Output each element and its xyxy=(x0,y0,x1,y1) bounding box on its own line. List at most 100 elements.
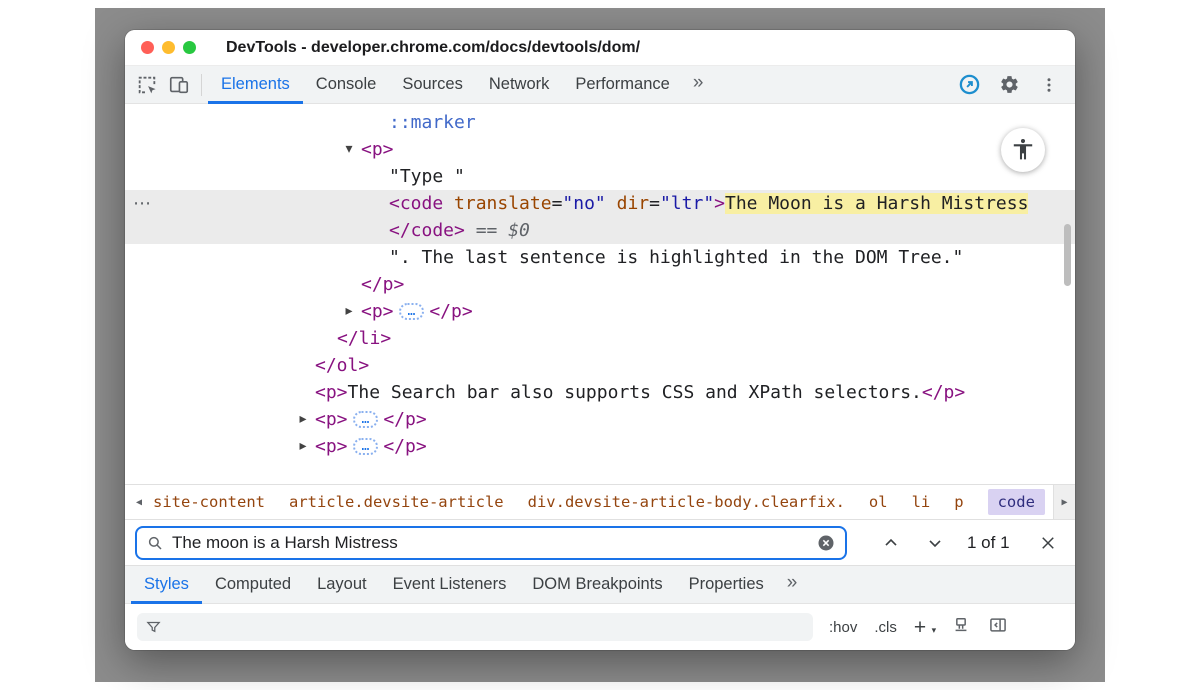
chevron-up-icon xyxy=(881,533,901,553)
disclosure-right-icon[interactable]: ▸ xyxy=(294,433,312,460)
dom-token-tag: </p> xyxy=(361,274,404,295)
dom-tree-line[interactable]: ▸<p>…</p> xyxy=(125,406,1075,433)
filter-funnel-icon xyxy=(145,619,162,636)
tab-performance[interactable]: Performance xyxy=(562,66,682,104)
panel-tab-event-listeners[interactable]: Event Listeners xyxy=(380,566,520,604)
dom-tree-line[interactable]: ▾<p> xyxy=(125,136,1075,163)
device-toolbar-button[interactable] xyxy=(163,69,195,101)
vertical-scrollbar[interactable] xyxy=(1064,224,1071,286)
accessibility-overlay-button[interactable] xyxy=(1001,128,1045,172)
dom-token-tag: <p> xyxy=(361,139,394,160)
element-classes-button[interactable]: .cls xyxy=(874,619,897,636)
dom-token-tag: </ol> xyxy=(315,355,369,376)
kebab-menu-icon xyxy=(1040,76,1058,94)
next-match-button[interactable] xyxy=(913,526,957,560)
search-box[interactable] xyxy=(135,526,847,560)
dom-token-text: "Type " xyxy=(389,166,465,187)
tab-console[interactable]: Console xyxy=(303,66,390,104)
dom-tree-line[interactable]: ⋯<code translate="no" dir="ltr">The Moon… xyxy=(125,190,1075,217)
inline-expand-button[interactable]: … xyxy=(353,411,379,428)
overflow-menu-icon[interactable]: ⋯ xyxy=(133,190,151,217)
dom-token-tag: </p> xyxy=(383,436,426,457)
dom-tree-line[interactable]: ::marker xyxy=(125,109,1075,136)
breadcrumb-item-code[interactable]: code xyxy=(988,489,1045,515)
panel-tab-styles[interactable]: Styles xyxy=(131,566,202,604)
minimize-window-button[interactable] xyxy=(162,41,175,54)
settings-button[interactable] xyxy=(993,69,1025,101)
dom-token-value: "ltr" xyxy=(660,193,714,214)
devtools-toolbar: ElementsConsoleSourcesNetworkPerformance… xyxy=(125,66,1075,104)
new-style-rule-button[interactable]: + ▾ xyxy=(914,617,934,638)
styles-toolbar-buttons: :hov .cls + ▾ xyxy=(829,615,1008,639)
disclosure-right-icon[interactable]: ▸ xyxy=(294,406,312,433)
extension-button[interactable] xyxy=(953,69,985,101)
dom-token-tag: </p> xyxy=(922,382,965,403)
dom-token-pseudo: ::marker xyxy=(389,112,476,133)
inline-expand-button[interactable]: … xyxy=(353,438,379,455)
dom-tree-line[interactable]: </code> == $0 xyxy=(125,217,1075,244)
dom-tree-line[interactable]: </ol> xyxy=(125,352,1075,379)
dom-search-bar: 1 of 1 xyxy=(125,520,1075,566)
close-window-button[interactable] xyxy=(141,41,154,54)
dom-token-tag: </li> xyxy=(337,328,391,349)
devtools-window: DevTools - developer.chrome.com/docs/dev… xyxy=(125,30,1075,650)
more-tabs-button[interactable]: » xyxy=(683,72,714,97)
dom-token-highlight: The Moon is a Harsh Mistress xyxy=(725,193,1028,214)
inline-expand-button[interactable]: … xyxy=(399,303,425,320)
gear-icon xyxy=(999,74,1020,95)
dom-tree-line[interactable]: ▸<p> …</p> xyxy=(125,433,1075,460)
breadcrumb-item-li[interactable]: li xyxy=(912,493,931,511)
main-menu-button[interactable] xyxy=(1033,69,1065,101)
window-titlebar: DevTools - developer.chrome.com/docs/dev… xyxy=(125,30,1075,66)
tab-sources[interactable]: Sources xyxy=(389,66,476,104)
more-panel-tabs-button[interactable]: » xyxy=(777,572,808,597)
dom-token-tag: </code> xyxy=(389,220,465,241)
dom-token-tag: <p> xyxy=(315,436,348,457)
dom-token-tag: > xyxy=(714,193,725,214)
breadcrumb-scroll-right-button[interactable]: ▶ xyxy=(1053,485,1075,519)
toggle-sidebar-button[interactable] xyxy=(988,615,1008,639)
dom-token-tag: <p> xyxy=(315,382,348,403)
dom-token-tag: <p> xyxy=(361,301,394,322)
breadcrumb-item-article-devsite-article[interactable]: article.devsite-article xyxy=(289,493,504,511)
inspect-element-button[interactable] xyxy=(131,69,163,101)
tab-elements[interactable]: Elements xyxy=(208,66,303,104)
disclosure-right-icon[interactable]: ▸ xyxy=(340,298,358,325)
zoom-window-button[interactable] xyxy=(183,41,196,54)
dom-tree-line[interactable]: <p>The Search bar also supports CSS and … xyxy=(125,379,1075,406)
dom-tree-line[interactable]: ▸<p>…</p> xyxy=(125,298,1075,325)
panel-tab-dom-breakpoints[interactable]: DOM Breakpoints xyxy=(519,566,675,604)
dom-tree-line[interactable]: ". The last sentence is highlighted in t… xyxy=(125,244,1075,271)
chevron-down-icon xyxy=(925,533,945,553)
panel-tab-properties[interactable]: Properties xyxy=(676,566,777,604)
panel-tab-computed[interactable]: Computed xyxy=(202,566,304,604)
chevron-left-icon: ◀ xyxy=(136,497,142,508)
toggle-element-state-button[interactable]: :hov xyxy=(829,619,857,636)
previous-match-button[interactable] xyxy=(869,526,913,560)
search-input[interactable] xyxy=(172,533,808,553)
traffic-lights xyxy=(141,41,196,54)
clear-search-icon[interactable] xyxy=(816,533,836,553)
toggle-sidebar-icon xyxy=(988,615,1008,635)
sidebar-panel-tab-bar: StylesComputedLayoutEvent ListenersDOM B… xyxy=(125,566,1075,604)
dom-tree-panel: ::marker▾<p>"Type "⋯<code translate="no"… xyxy=(125,104,1075,484)
dom-token-attr: translate xyxy=(443,193,551,214)
breadcrumb-scroll-left-button[interactable]: ◀ xyxy=(125,497,153,508)
close-search-button[interactable] xyxy=(1028,526,1068,560)
styles-filter-field[interactable] xyxy=(137,613,813,641)
breadcrumb: site-content article.devsite-article div.d… xyxy=(153,489,1045,515)
dom-tree-line[interactable]: </li> xyxy=(125,325,1075,352)
breadcrumb-item-p[interactable]: p xyxy=(954,493,963,511)
panel-tab-layout[interactable]: Layout xyxy=(304,566,380,604)
disclosure-down-icon[interactable]: ▾ xyxy=(340,136,358,163)
search-icon xyxy=(146,534,164,552)
dom-token-tag: <p> xyxy=(315,409,348,430)
breadcrumb-item-div-devsite-article-body-clearfix[interactable]: div.devsite-article-body.clearfix. xyxy=(528,493,845,511)
breadcrumb-item-ol[interactable]: ol xyxy=(869,493,888,511)
breadcrumb-item-site-content[interactable]: site-content xyxy=(153,493,265,511)
plus-icon: + xyxy=(914,616,926,639)
tab-network[interactable]: Network xyxy=(476,66,563,104)
rendering-emulation-button[interactable] xyxy=(951,615,971,639)
dom-tree-line[interactable]: </p> xyxy=(125,271,1075,298)
dom-tree-line[interactable]: "Type " xyxy=(125,163,1075,190)
